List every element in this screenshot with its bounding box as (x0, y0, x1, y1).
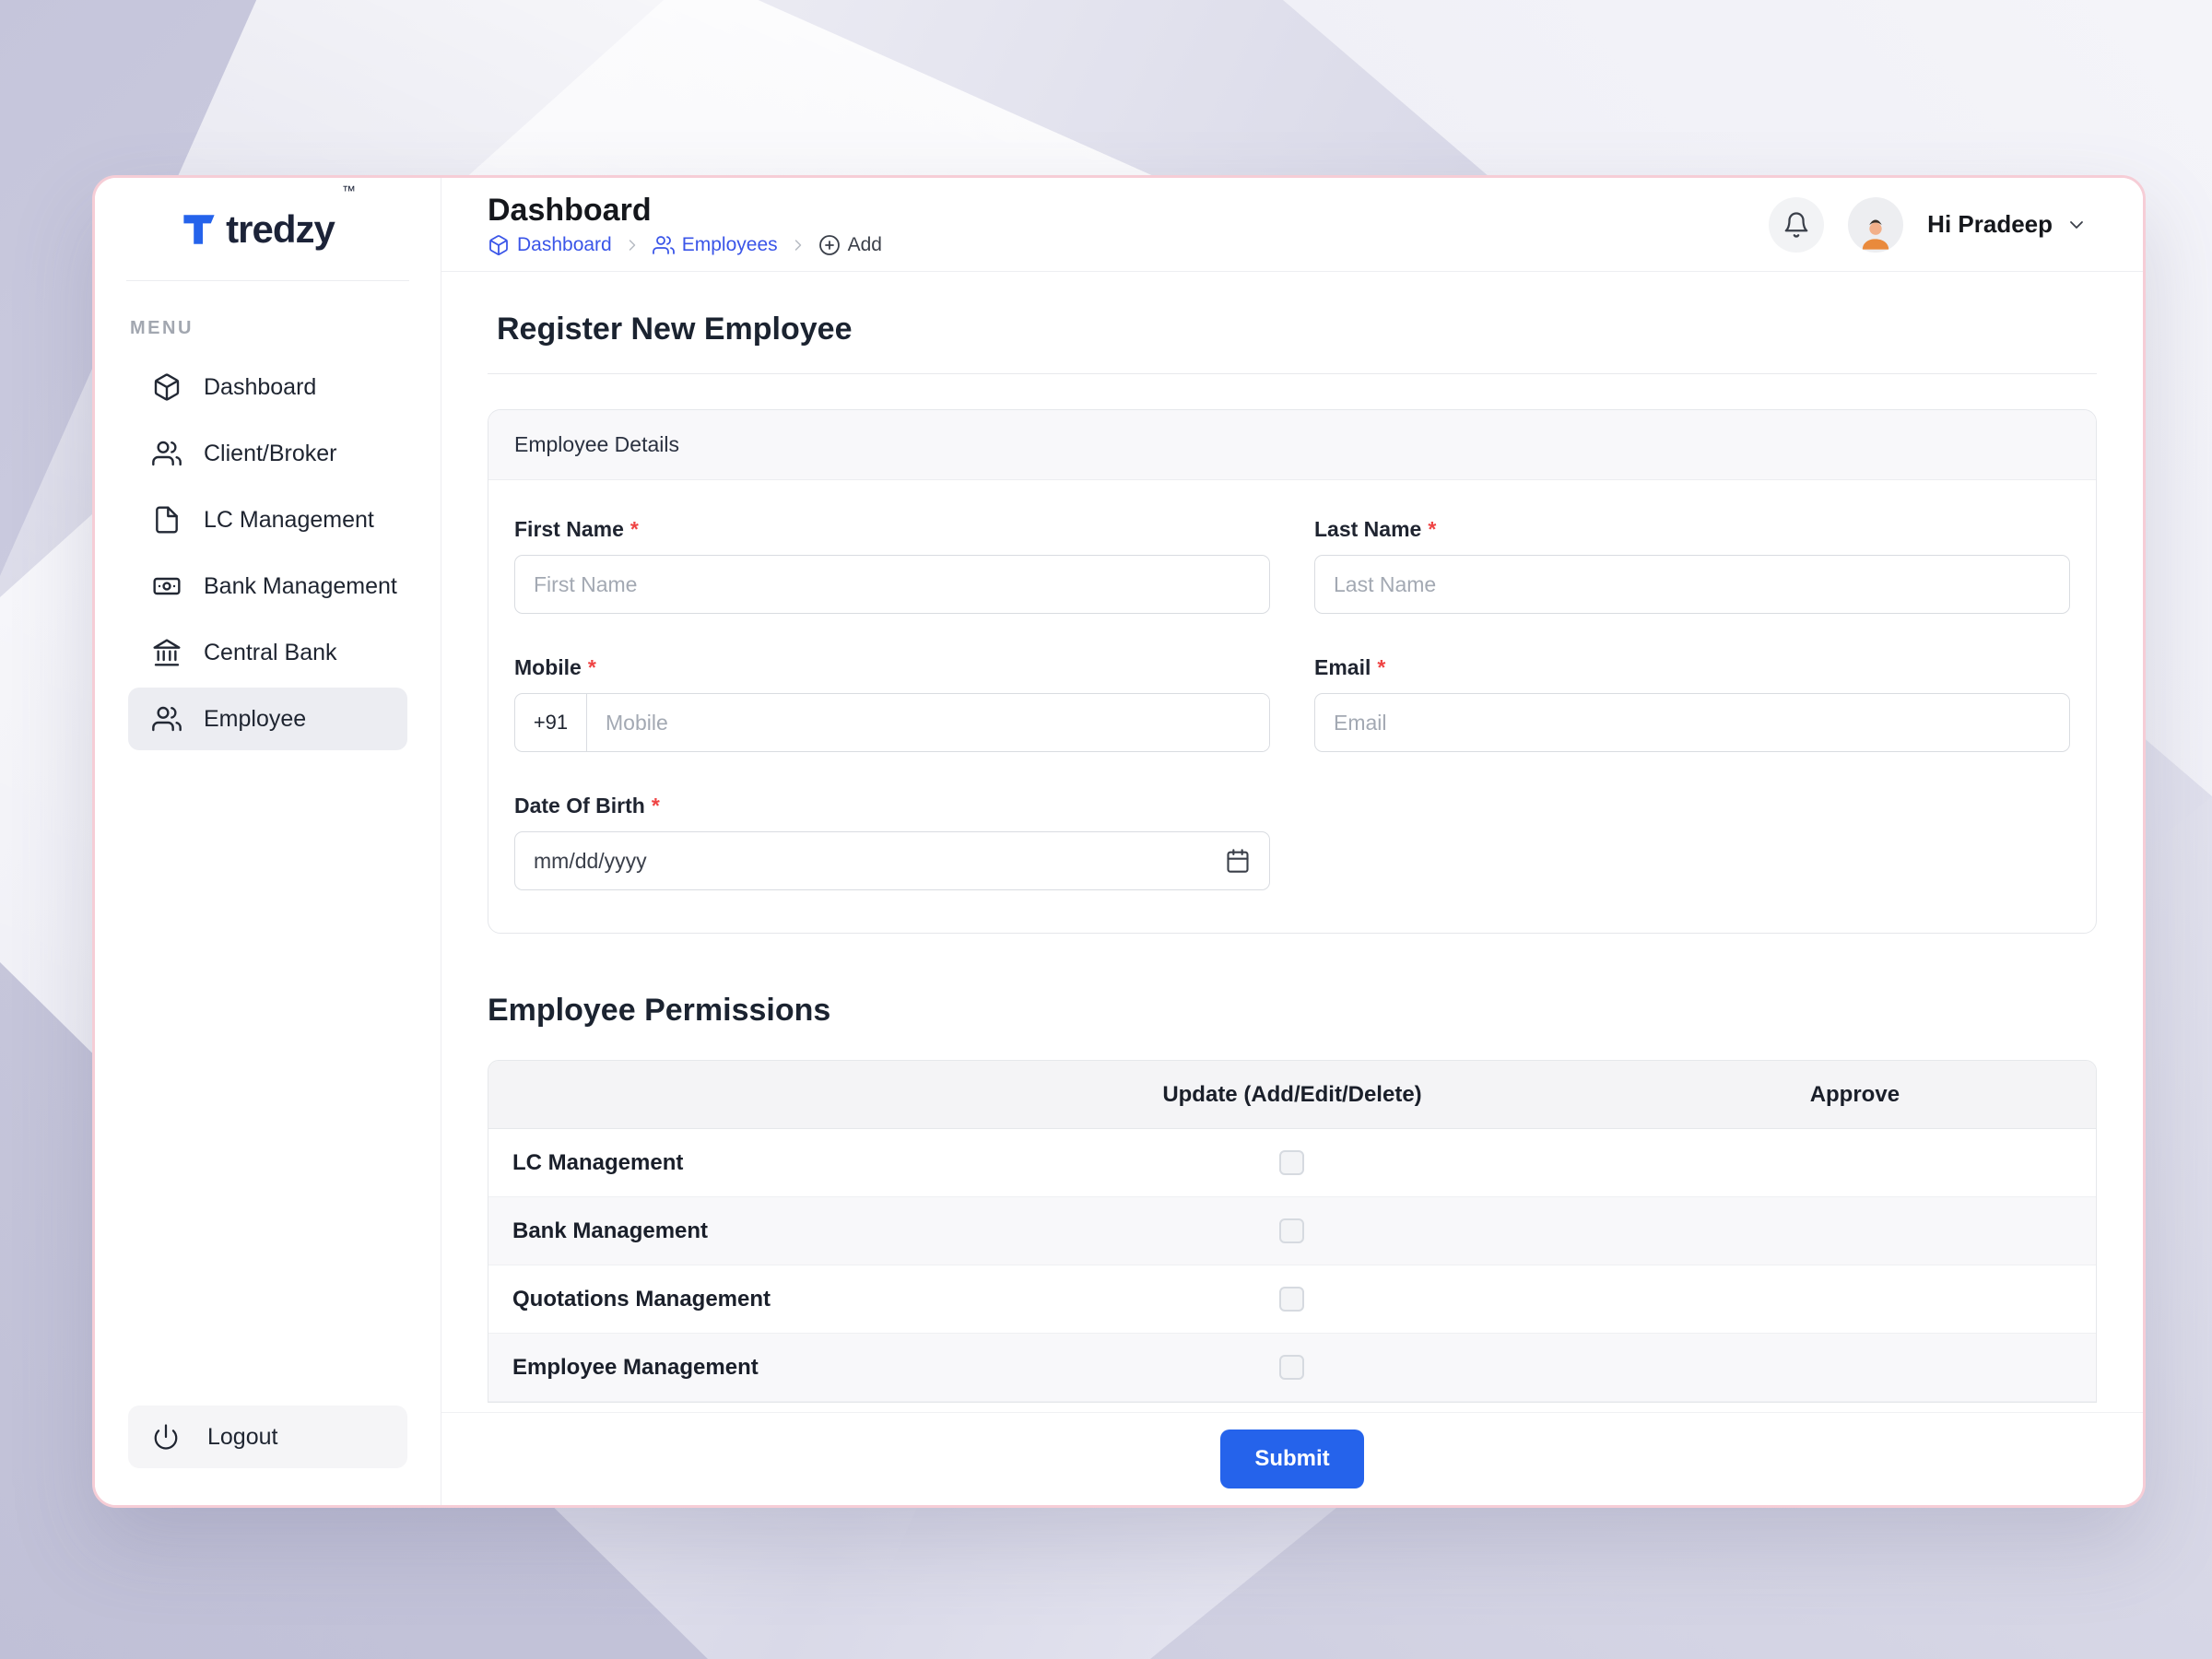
submit-button[interactable]: Submit (1220, 1430, 1364, 1488)
avatar-person-icon (1863, 219, 1889, 250)
table-row: LC Management (488, 1129, 2096, 1197)
brand-logo-icon (183, 215, 215, 244)
sidebar-item-employee[interactable]: Employee (128, 688, 407, 750)
banknote-icon (153, 577, 181, 595)
last-name-input[interactable] (1314, 555, 2070, 614)
dob-field: Date Of Birth * mm/dd/yyyy (514, 794, 1270, 890)
form-footer: Submit (441, 1413, 2143, 1505)
first-name-field: First Name * (514, 517, 1270, 614)
permission-row-label: Quotations Management (512, 1286, 771, 1312)
menu-section-label: MENU (130, 318, 194, 338)
sidebar-item-lc-management[interactable]: LC Management (128, 488, 407, 551)
breadcrumb-label: Employees (681, 234, 778, 255)
mobile-field: Mobile * +91 (514, 655, 1270, 752)
avatar[interactable] (1848, 196, 1904, 253)
sidebar-nav: Dashboard Client/Broker LC Management Ba… (95, 352, 441, 754)
permissions-table-header: Update (Add/Edit/Delete) Approve (488, 1061, 2096, 1129)
permission-row-label: Bank Management (512, 1218, 709, 1243)
employee-details-card: Employee Details First Name* Last Name* … (488, 409, 2097, 934)
first-name-input[interactable] (514, 555, 1270, 614)
breadcrumb-add: Add (818, 234, 882, 256)
bell-icon (1784, 211, 1808, 238)
email-field: Email * (1314, 655, 2070, 752)
bank-icon (153, 639, 181, 666)
sidebar-item-central-bank[interactable]: Central Bank (128, 621, 407, 684)
users-icon (152, 441, 182, 466)
sidebar-item-label: Central Bank (204, 639, 337, 665)
breadcrumb-label: Add (847, 234, 882, 255)
calendar-icon (1227, 849, 1249, 873)
table-row: Quotations Management (488, 1265, 2096, 1334)
sidebar-item-label: Employee (204, 705, 307, 732)
quotations-management-update-checkbox[interactable] (1279, 1287, 1305, 1312)
sidebar-item-label: Bank Management (204, 572, 397, 599)
sidebar-item-dashboard[interactable]: Dashboard (128, 356, 407, 418)
sidebar-item-label: Client/Broker (204, 440, 337, 466)
file-icon (156, 506, 178, 534)
chevron-right-icon (629, 240, 635, 251)
bank-management-update-checkbox[interactable] (1279, 1218, 1305, 1243)
lc-management-update-checkbox[interactable] (1279, 1150, 1305, 1175)
breadcrumb: Dashboard Employees Add (488, 234, 882, 256)
users-icon (152, 706, 182, 732)
user-menu[interactable]: Hi Pradeep (1927, 210, 2088, 239)
employee-details-card-title: Employee Details (488, 410, 2096, 480)
dob-label: Date Of Birth * (514, 794, 660, 818)
last-name-label: Last Name * (1314, 517, 1437, 541)
employee-management-update-checkbox[interactable] (1279, 1355, 1305, 1380)
required-marker: * (1377, 655, 1386, 679)
mobile-label: Mobile * (514, 655, 596, 679)
first-name-label: First Name * (514, 517, 639, 541)
last-name-field: Last Name * (1314, 517, 2070, 614)
table-row: Bank Management (488, 1197, 2096, 1265)
employee-permissions-title: Employee Permissions (488, 993, 831, 1028)
sidebar-item-label: LC Management (204, 506, 374, 533)
power-icon (154, 1424, 178, 1450)
users-icon (652, 236, 675, 254)
user-greeting: Hi Pradeep (1927, 210, 2053, 238)
approve-column-header: Approve (1809, 1081, 1900, 1107)
chevron-right-icon (794, 240, 801, 251)
permission-row-label: Employee Management (512, 1354, 759, 1380)
notifications-button[interactable] (1769, 196, 1825, 253)
required-marker: * (1428, 517, 1437, 541)
mobile-input[interactable] (587, 694, 1269, 751)
sidebar: tredzy ™ MENU Dashboard Client/Broker LC… (95, 178, 441, 1505)
required-marker: * (651, 794, 660, 818)
chevron-down-icon (2070, 220, 2083, 229)
breadcrumb-employees[interactable]: Employees (652, 234, 778, 256)
email-label: Email * (1314, 655, 1386, 679)
dob-input[interactable]: mm/dd/yyyy (514, 831, 1270, 890)
cube-icon (154, 373, 180, 401)
cube-icon (489, 235, 508, 255)
permission-row-label: LC Management (512, 1149, 684, 1175)
breadcrumb-dashboard[interactable]: Dashboard (488, 234, 612, 256)
mobile-country-prefix: +91 (515, 694, 587, 751)
required-marker: * (629, 517, 639, 541)
sidebar-item-client-broker[interactable]: Client/Broker (128, 422, 407, 485)
header-actions: Hi Pradeep (1769, 196, 2088, 253)
page-title: Dashboard (488, 193, 652, 228)
brand-logo: tredzy ™ (95, 178, 441, 281)
required-marker: * (587, 655, 596, 679)
logout-label: Logout (207, 1423, 278, 1450)
brand-name: tredzy (226, 207, 335, 251)
breadcrumb-label: Dashboard (517, 234, 612, 255)
table-row: Employee Management (488, 1334, 2096, 1402)
email-input[interactable] (1314, 693, 2070, 752)
sidebar-item-bank-management[interactable]: Bank Management (128, 555, 407, 618)
divider (488, 373, 2097, 374)
dob-value: mm/dd/yyyy (534, 848, 647, 873)
update-column-header: Update (Add/Edit/Delete) (1162, 1081, 1422, 1107)
app-window: tredzy ™ MENU Dashboard Client/Broker LC… (92, 175, 2146, 1508)
logout-button[interactable]: Logout (128, 1406, 407, 1468)
register-employee-title: Register New Employee (497, 312, 853, 347)
topbar: Dashboard Dashboard Employees Add Hi Pra… (441, 178, 2143, 272)
brand-trademark: ™ (341, 183, 356, 199)
permissions-table: Update (Add/Edit/Delete) Approve LC Mana… (488, 1060, 2097, 1403)
sidebar-item-label: Dashboard (204, 373, 317, 400)
main-content: Register New Employee Employee Details F… (441, 273, 2143, 1413)
plus-circle-icon (818, 235, 840, 255)
